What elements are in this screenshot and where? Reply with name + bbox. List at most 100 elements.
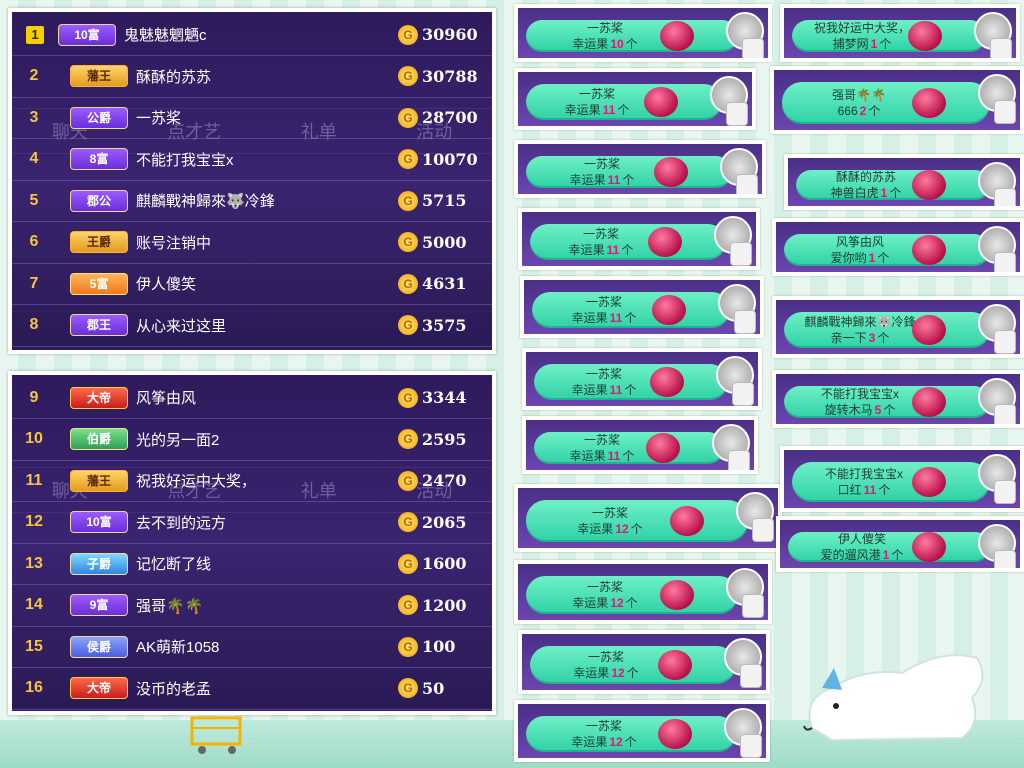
user-name[interactable]: 光的另一面2 <box>136 429 398 450</box>
shield-badge-icon <box>742 594 764 618</box>
user-name[interactable]: 从心来过这里 <box>136 315 398 336</box>
rank-number: 7 <box>29 274 39 292</box>
user-name[interactable]: 麒麟戰神歸來🐺冷鋒 <box>136 190 398 211</box>
leaderboard-row[interactable]: 14 9富 强哥🌴🌴 G 1200 <box>12 585 492 627</box>
rank-badge: 10富 <box>70 511 128 533</box>
user-name[interactable]: 没币的老孟 <box>136 678 398 699</box>
gift-banner: 一苏桨 幸运果 12 个 <box>514 484 782 552</box>
gift-icon <box>912 467 946 497</box>
gift-name: 幸运果 <box>564 103 601 117</box>
gift-banner: 一苏桨 幸运果 10 个 <box>514 4 772 62</box>
gift-quantity: 1 <box>870 37 878 51</box>
user-name[interactable]: 鬼魅魅魍魉c <box>124 24 398 45</box>
coin-icon: G <box>398 429 418 449</box>
gift-banner: 一苏桨 幸运果 12 个 <box>518 630 770 694</box>
user-name[interactable]: 不能打我宝宝x <box>136 149 398 170</box>
leaderboard-row[interactable]: 1 10富 鬼魅魅魍魉c G 30960 <box>12 14 492 56</box>
leaderboard-row[interactable]: 3 公爵 一苏桨 G 28700 <box>12 97 492 139</box>
user-name[interactable]: AK萌新1058 <box>136 636 398 657</box>
gift-icon <box>646 433 680 463</box>
gift-banner-inner: 一苏桨 幸运果 12 个 <box>518 564 768 620</box>
leaderboard-row[interactable]: 4 8富 不能打我宝宝x G 10070 <box>12 139 492 181</box>
gift-name: 幸运果 <box>571 735 608 749</box>
user-name[interactable]: 去不到的远方 <box>136 512 398 533</box>
rank-badge: 伯爵 <box>70 428 128 450</box>
user-name[interactable]: 记忆断了线 <box>136 553 398 574</box>
user-name[interactable]: 一苏桨 <box>136 107 398 128</box>
rank-number: 10 <box>25 430 43 447</box>
rank-number: 5 <box>29 191 39 209</box>
user-name[interactable]: 祝我好运中大奖， <box>136 470 398 491</box>
leaderboard-row[interactable]: 7 5富 伊人傻笑 G 4631 <box>12 263 492 305</box>
rank-badge: 8富 <box>70 148 128 170</box>
gift-banner: 一苏桨 幸运果 11 个 <box>520 276 764 338</box>
gift-sender-name: 一苏桨 <box>586 21 623 35</box>
gift-line: 幸运果 11 个 <box>572 310 637 326</box>
user-name[interactable]: 账号注销中 <box>136 232 398 253</box>
gift-banner-pill: 不能打我宝宝x 口红 11 个 <box>792 462 990 502</box>
gift-unit: 个 <box>879 37 892 51</box>
user-name[interactable]: 强哥🌴🌴 <box>136 595 398 616</box>
gift-banner-inner: 麒麟戰神歸來🐺冷鋒 亲一下 3 个 <box>776 300 1020 354</box>
user-name[interactable]: 伊人傻笑 <box>136 273 398 294</box>
shopping-cart-illustration <box>190 716 242 754</box>
rank-number: 2 <box>29 67 39 84</box>
gift-name: 幸运果 <box>569 449 606 463</box>
gift-banner-pill: 祝我好运中大奖， 捕梦网 1 个 <box>792 20 986 52</box>
leaderboard-row[interactable]: 8 郡王 从心来过这里 G 3575 <box>12 305 492 347</box>
leaderboard-row[interactable]: 9 大帝 风筝由风 G 3344 <box>12 377 492 419</box>
gift-unit: 个 <box>624 311 637 325</box>
rank-number: 4 <box>29 150 39 167</box>
gift-banner-inner: 祝我好运中大奖， 捕梦网 1 个 <box>784 8 1016 58</box>
rank-badge: 大帝 <box>70 677 128 699</box>
leaderboard-row[interactable]: 13 子爵 记忆断了线 G 1600 <box>12 543 492 585</box>
gift-sender-name: 风筝由风 <box>835 235 884 249</box>
gift-banner-pill: 一苏桨 幸运果 12 个 <box>526 500 748 542</box>
leaderboard-row[interactable]: 10 伯爵 光的另一面2 G 2595 <box>12 419 492 461</box>
gift-sender-name: 不能打我宝宝x <box>820 387 899 401</box>
leaderboard-row[interactable]: 15 侯爵 AK萌新1058 G 100 <box>12 626 492 668</box>
leaderboard-row[interactable]: 11 藩王 祝我好运中大奖， G 2470 <box>12 460 492 502</box>
leaderboard-row[interactable]: 6 王爵 账号注销中 G 5000 <box>12 222 492 264</box>
gift-banner: 一苏桨 幸运果 11 个 <box>522 348 762 410</box>
coin-icon: G <box>398 315 418 335</box>
gift-banner-text: 一苏桨 幸运果 11 个 <box>542 292 666 328</box>
gift-sender-name: 一苏桨 <box>583 433 620 447</box>
gift-sender-name: 一苏桨 <box>585 367 622 381</box>
gift-banner-text: 一苏桨 幸运果 11 个 <box>536 156 668 188</box>
gift-name: 幸运果 <box>571 383 608 397</box>
contribution-score: 2595 <box>422 429 467 449</box>
leaderboard-row[interactable]: 2 藩王 酥酥的苏苏 G 30788 <box>12 56 492 98</box>
coin-icon: G <box>398 678 418 698</box>
gift-sender-name: 强哥🌴🌴 <box>832 88 886 102</box>
gift-banner: 风筝由风 爱你哟 1 个 <box>772 218 1024 276</box>
gift-banner-inner: 不能打我宝宝x 口红 11 个 <box>784 450 1020 508</box>
gift-unit: 个 <box>624 735 637 749</box>
gift-name: 旋转木马 <box>824 403 873 417</box>
gift-sender-name: 一苏桨 <box>582 227 619 241</box>
coin-icon: G <box>398 66 418 86</box>
gift-unit: 个 <box>868 104 881 118</box>
gift-unit: 个 <box>883 403 896 417</box>
gift-icon <box>658 650 692 680</box>
rank-number: 11 <box>25 471 43 489</box>
gift-banner-pill: 一苏桨 幸运果 11 个 <box>534 364 728 400</box>
rank-badge: 5富 <box>70 272 128 295</box>
gift-icon <box>908 21 942 51</box>
leaderboard-row[interactable]: 12 10富 去不到的远方 G 2065 <box>12 502 492 544</box>
leaderboard-row[interactable]: 16 大帝 没币的老孟 G 50 <box>12 668 492 710</box>
shield-badge-icon <box>990 38 1012 58</box>
contribution-score: 30788 <box>422 66 478 86</box>
user-name[interactable]: 酥酥的苏苏 <box>136 66 398 87</box>
shield-badge-icon <box>730 242 752 266</box>
leaderboard-row[interactable]: 5 郡公 麒麟戰神歸來🐺冷鋒 G 5715 <box>12 180 492 222</box>
shield-badge-icon <box>752 518 774 542</box>
gift-line: 幸运果 10 个 <box>572 36 637 52</box>
gift-banner: 一苏桨 幸运果 11 个 <box>522 416 758 474</box>
gift-banner-text: 一苏桨 幸运果 12 个 <box>536 716 672 752</box>
rank-number: 9 <box>29 388 39 406</box>
gift-icon <box>670 506 704 536</box>
rank-number: 3 <box>29 108 39 126</box>
user-name[interactable]: 风筝由风 <box>136 387 398 408</box>
gift-name: 幸运果 <box>577 522 614 536</box>
